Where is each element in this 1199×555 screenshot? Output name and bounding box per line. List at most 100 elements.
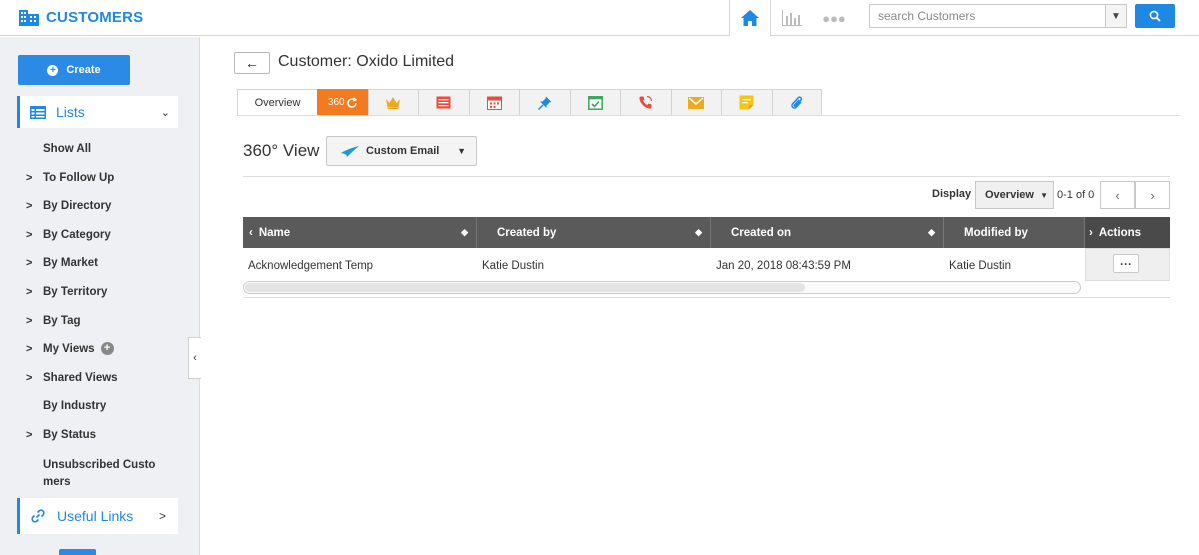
display-value: Overview <box>985 189 1034 201</box>
refresh-icon <box>346 96 357 108</box>
chevron-right-icon: > <box>26 285 33 298</box>
column-header-modified-by[interactable]: Modified by <box>944 217 1085 248</box>
sort-icon: ◆ <box>928 227 935 237</box>
sidebar-item-by-tag[interactable]: > By Tag <box>26 311 176 340</box>
column-header-name[interactable]: ‹ Name ◆ <box>243 217 477 248</box>
tab-label: Overview <box>254 96 301 109</box>
sort-icon: ◆ <box>695 227 702 237</box>
pin-icon <box>537 96 552 110</box>
tab-deals[interactable] <box>367 89 418 116</box>
caret-down-icon: ▼ <box>457 146 466 156</box>
chevron-right-icon: > <box>26 171 33 184</box>
tab-360-view[interactable]: 360 <box>317 89 368 116</box>
sidebar-item-by-directory[interactable]: > By Directory <box>26 196 176 225</box>
sidebar-item-by-status[interactable]: > By Status <box>26 425 176 454</box>
chevron-right-icon: > <box>26 343 33 356</box>
home-button[interactable] <box>729 0 771 36</box>
view-title: 360° View <box>243 141 320 160</box>
create-button[interactable]: + Create <box>18 55 130 85</box>
useful-links-toggle[interactable]: Useful Links > <box>17 498 178 534</box>
page-title: Customer: Oxido Limited <box>278 53 455 70</box>
sort-icon: ◆ <box>461 227 468 237</box>
tab-events[interactable] <box>468 89 519 116</box>
tab-contacts[interactable] <box>418 89 469 116</box>
link-icon <box>31 509 45 523</box>
custom-email-dropdown[interactable]: Custom Email ▼ <box>326 136 477 166</box>
create-label: Create <box>66 64 101 76</box>
column-label: Created by <box>497 226 557 239</box>
sidebar: + Create Lists ⌄ Show All > To Follow Up … <box>0 37 200 555</box>
plus-icon: + <box>47 64 59 76</box>
tab-attachments[interactable] <box>771 89 822 116</box>
tab-emails[interactable] <box>670 89 721 116</box>
tab-pins[interactable] <box>519 89 570 116</box>
tab-divider <box>237 115 1180 116</box>
column-header-created-on[interactable]: Created on ◆ <box>711 217 944 248</box>
search-button[interactable] <box>1135 4 1175 28</box>
phone-call-icon <box>639 95 653 109</box>
sidebar-item-my-views[interactable]: > My Views + <box>26 339 176 368</box>
display-dropdown[interactable]: Overview ▼ <box>975 181 1054 209</box>
scrollbar-thumb[interactable] <box>245 283 805 292</box>
tab-label: 360 <box>327 97 345 108</box>
sidebar-collapse-handle[interactable]: ‹ <box>188 337 201 379</box>
chevron-left-icon: ‹ <box>193 352 197 364</box>
sidebar-item-to-follow-up[interactable]: > To Follow Up <box>26 168 176 197</box>
sidebar-item-label: By Market <box>43 257 98 270</box>
search-input[interactable] <box>869 4 1105 28</box>
sidebar-item-show-all[interactable]: Show All <box>26 139 176 168</box>
more-dots-icon: ●●● <box>822 10 846 26</box>
sidebar-item-label: Shared Views <box>43 371 118 384</box>
custom-email-label: Custom Email <box>366 145 440 157</box>
building-icon <box>19 10 39 26</box>
sidebar-item-by-category[interactable]: > By Category <box>26 225 176 254</box>
row-actions-button[interactable]: ··· <box>1113 254 1139 273</box>
sidebar-item-by-territory[interactable]: > By Territory <box>26 282 176 311</box>
tab-tasks[interactable] <box>569 89 620 116</box>
chevron-left-icon: ‹ <box>249 226 253 239</box>
tab-notes[interactable] <box>721 89 772 116</box>
column-header-created-by[interactable]: Created by ◆ <box>477 217 711 248</box>
note-icon <box>739 95 754 110</box>
more-button[interactable]: ●●● <box>813 0 855 36</box>
back-arrow-icon: ← <box>245 55 259 71</box>
sidebar-item-label: To Follow Up <box>43 171 115 184</box>
chevron-right-icon: › <box>1089 226 1093 239</box>
list-card-icon <box>436 96 451 109</box>
bar-chart-icon <box>782 10 802 26</box>
tab-calls[interactable] <box>620 89 671 116</box>
back-button[interactable]: ← <box>234 52 270 74</box>
chart-button[interactable] <box>771 0 813 36</box>
sidebar-item-unsubscribed[interactable]: Unsubscribed Customers <box>26 454 176 494</box>
attachment-icon <box>791 95 802 109</box>
sidebar-bottom-button[interactable] <box>59 549 96 555</box>
sidebar-item-shared-views[interactable]: > Shared Views <box>26 368 176 397</box>
column-label: Created on <box>731 226 792 239</box>
app-title: CUSTOMERS <box>46 8 144 26</box>
column-label: Name <box>258 226 291 239</box>
search-scope-dropdown[interactable]: ▼ <box>1105 4 1127 28</box>
cell-created-by: Katie Dustin <box>482 260 545 272</box>
lists-label: Lists <box>56 104 85 120</box>
tab-overview[interactable]: Overview <box>237 89 317 116</box>
section-divider <box>243 176 1170 177</box>
add-view-icon[interactable]: + <box>100 342 114 356</box>
cell-modified-by: Katie Dustin <box>949 260 1012 272</box>
table-row[interactable]: Acknowledgement Temp Katie Dustin Jan 20… <box>243 251 1170 281</box>
sidebar-item-by-market[interactable]: > By Market <box>26 253 176 282</box>
chevron-down-icon: ⌄ <box>160 106 170 119</box>
prev-page-button[interactable]: ‹ <box>1100 181 1135 209</box>
sidebar-item-label: By Directory <box>43 200 112 213</box>
next-page-button[interactable]: › <box>1135 181 1170 209</box>
sidebar-item-label: Unsubscribed Customers <box>43 458 156 488</box>
sidebar-item-by-industry[interactable]: By Industry <box>26 396 176 425</box>
lists-toggle[interactable]: Lists ⌄ <box>17 96 178 128</box>
record-tabs: Overview 360 <box>237 89 822 116</box>
sidebar-item-label: My Views <box>43 343 95 356</box>
app-brand[interactable]: CUSTOMERS <box>18 7 143 27</box>
cell-name[interactable]: Acknowledgement Temp <box>243 251 477 281</box>
horizontal-scrollbar[interactable] <box>243 281 1081 294</box>
crown-icon <box>386 97 401 109</box>
column-header-actions[interactable]: › Actions <box>1085 217 1170 248</box>
pager-text: 0-1 of 0 <box>1057 189 1095 201</box>
